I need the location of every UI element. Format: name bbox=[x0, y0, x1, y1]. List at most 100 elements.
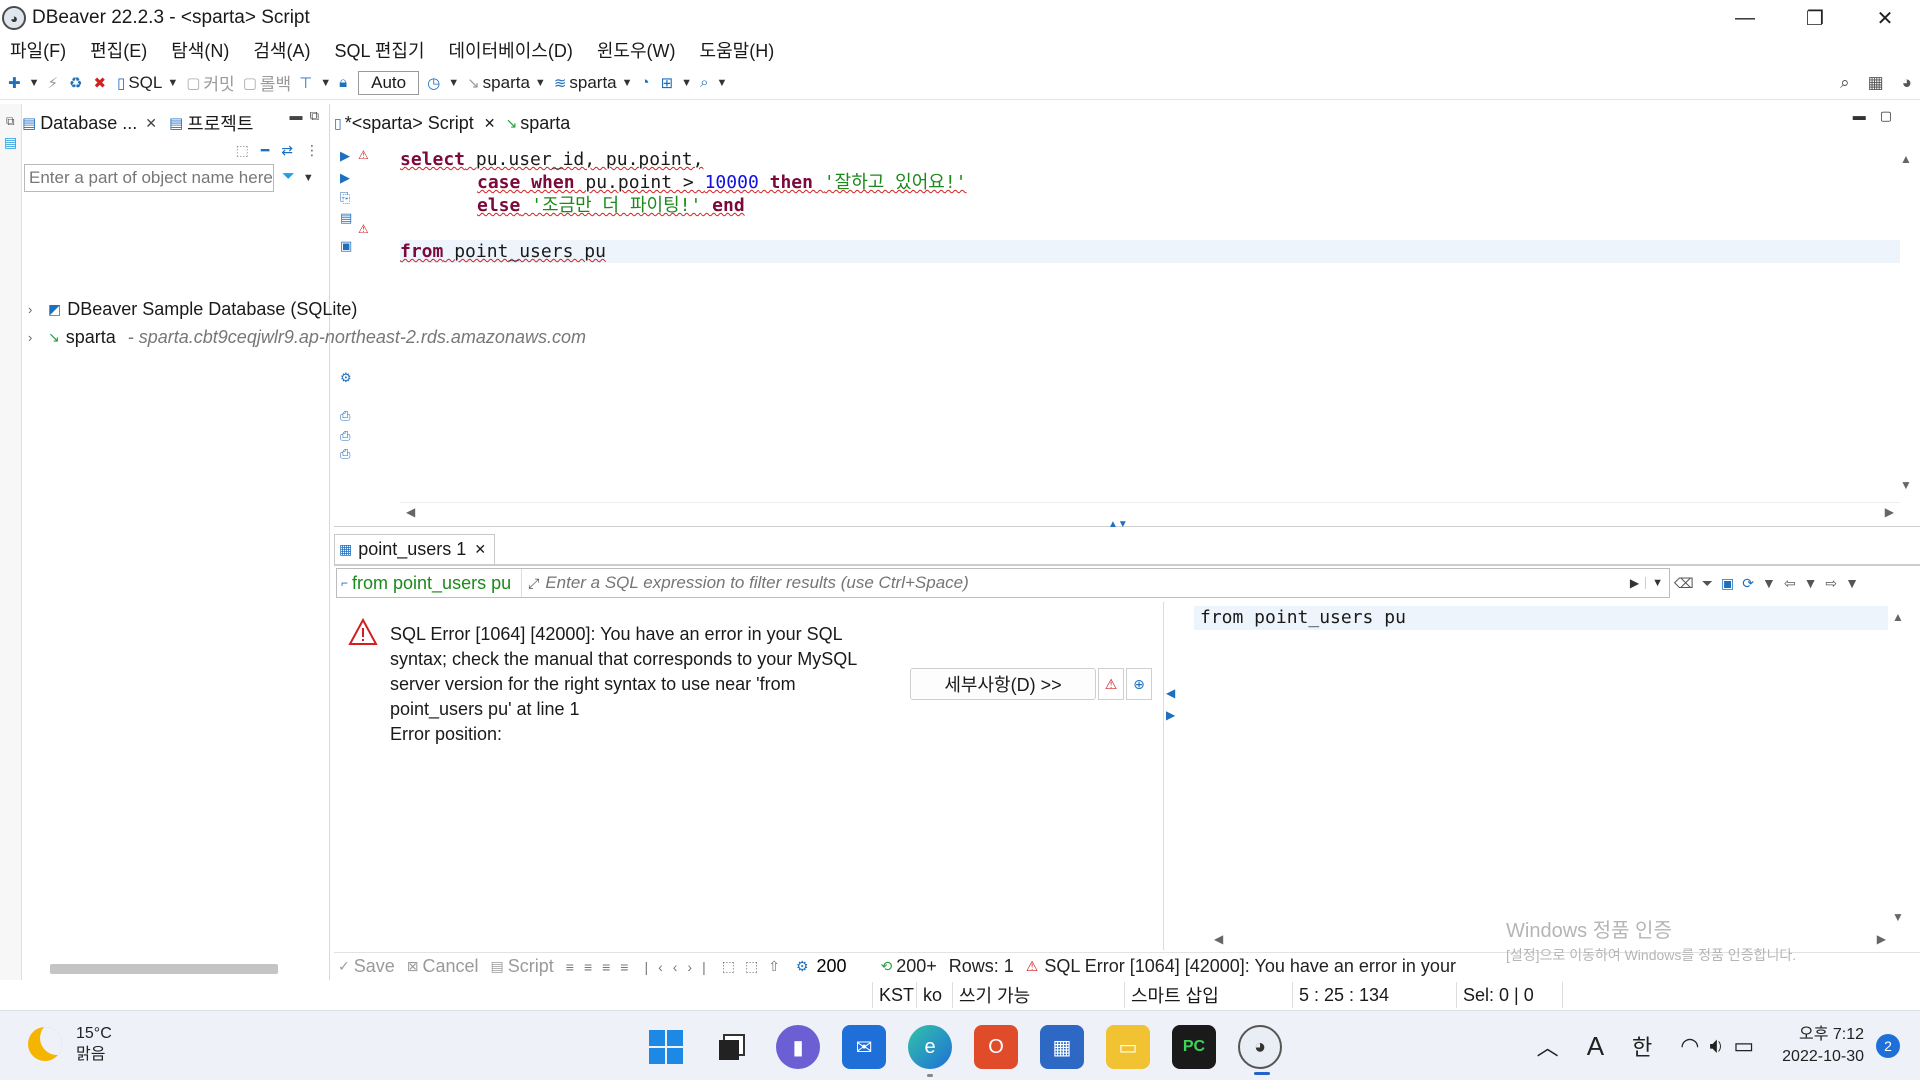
datasource-selector[interactable]: ↘ sparta ▼ bbox=[467, 73, 546, 93]
panels-icon[interactable]: ▣ bbox=[1721, 575, 1734, 592]
scroll-left-icon[interactable]: ◀ bbox=[1214, 932, 1223, 946]
load-script-icon[interactable]: ⎙ bbox=[340, 428, 350, 444]
filter-query-label[interactable]: ⌐ from point_users pu bbox=[337, 569, 523, 597]
code-area[interactable]: select pu.user_id, pu.point, case when p… bbox=[400, 142, 1900, 502]
row-edit-icons[interactable]: ≡≡≡≡ bbox=[566, 959, 639, 975]
scroll-up-icon[interactable]: ▲ bbox=[1900, 152, 1912, 166]
output-icon[interactable]: ▣ bbox=[340, 238, 352, 254]
back-icon[interactable]: ⇦ bbox=[1784, 575, 1796, 592]
script-button[interactable]: ▤ Script bbox=[491, 956, 554, 977]
filter-icon[interactable]: ⏷ ▼ bbox=[282, 168, 314, 186]
menu-edit[interactable]: 편집(E) bbox=[90, 37, 147, 63]
menu-database[interactable]: 데이터베이스(D) bbox=[449, 37, 573, 63]
details-button[interactable]: 세부사항(D) >> bbox=[910, 668, 1096, 700]
task-view-icon[interactable] bbox=[710, 1025, 754, 1069]
volume-icon[interactable]: 🔉︎ bbox=[1709, 1033, 1723, 1059]
filter-settings-icon[interactable]: ⏷ bbox=[1702, 575, 1713, 592]
error-help-icon[interactable]: ⊕ bbox=[1126, 668, 1152, 700]
collapse-icon[interactable]: ⬚ bbox=[236, 142, 249, 159]
ime-mode[interactable]: A bbox=[1587, 1031, 1604, 1062]
export-icon[interactable]: ⎙ bbox=[340, 408, 350, 424]
save-script-icon[interactable]: ⎙ bbox=[340, 446, 350, 462]
rollback-button[interactable]: ▢ 롤백 bbox=[243, 70, 291, 95]
execute-statement-icon[interactable]: ▶ bbox=[340, 148, 350, 164]
tab-point-users-1[interactable]: ▦ point_users 1 ✕ bbox=[334, 534, 496, 564]
find-button[interactable]: ⌕ ▼ bbox=[700, 74, 727, 91]
close-icon[interactable]: ✕ bbox=[474, 541, 486, 558]
transaction-mode-selector[interactable]: Auto bbox=[358, 70, 420, 95]
dbeaver-taskbar-icon[interactable]: ◕ bbox=[1238, 1025, 1282, 1075]
forward-icon[interactable]: ⇨ bbox=[1825, 575, 1837, 592]
gear-icon[interactable]: ⚙ bbox=[340, 370, 352, 386]
file-explorer-icon[interactable]: ▭ bbox=[1106, 1025, 1150, 1069]
editor-minmax[interactable]: ▬▢ bbox=[1853, 108, 1906, 124]
filter-expression-input[interactable] bbox=[545, 573, 1624, 593]
save-button[interactable]: ✓ Save bbox=[338, 956, 395, 977]
tab-database-navigator[interactable]: ▤ Database ... ✕ bbox=[22, 113, 157, 134]
close-icon[interactable]: ✕ bbox=[484, 115, 496, 132]
chevron-down-icon[interactable]: ▼ bbox=[1804, 575, 1818, 591]
restore-button[interactable]: ❐ bbox=[1780, 0, 1850, 36]
execute-in-tab-icon[interactable]: ▶ bbox=[340, 170, 350, 186]
chevron-down-icon[interactable]: ▼ bbox=[1762, 575, 1776, 591]
filter-history-icon[interactable]: ▼ bbox=[1645, 577, 1669, 589]
scroll-left-icon[interactable]: ◀ bbox=[406, 505, 415, 519]
restore-icon[interactable]: ⧉ bbox=[6, 114, 15, 129]
navigation-icons[interactable]: |‹‹›| bbox=[644, 959, 715, 975]
teams-chat-icon[interactable]: ▮ bbox=[776, 1025, 820, 1069]
collapse-right-icon[interactable]: ▶ bbox=[1166, 704, 1175, 726]
chevron-right-icon[interactable]: › bbox=[28, 302, 48, 317]
edge-browser-icon[interactable]: e bbox=[908, 1025, 952, 1077]
query-vertical-scrollbar[interactable]: ▲ ▼ bbox=[1892, 606, 1906, 936]
apply-filter-icon[interactable]: ▶ bbox=[1624, 576, 1645, 590]
menu-search[interactable]: 검색(A) bbox=[253, 37, 310, 63]
menu-window[interactable]: 윈도우(W) bbox=[597, 37, 676, 63]
tab-sparta-script[interactable]: ▯ *<sparta> Script ✕ bbox=[334, 113, 496, 134]
weather-widget[interactable]: 15°C 맑음 bbox=[28, 1023, 112, 1065]
microsoft-store-icon[interactable]: ▦ bbox=[1040, 1025, 1084, 1069]
chevron-down-icon[interactable]: ▼ bbox=[1845, 575, 1859, 591]
collapse-left-icon[interactable]: ◀ bbox=[1166, 682, 1175, 704]
tree-item-sample-database[interactable]: › ◩ DBeaver Sample Database (SQLite) bbox=[28, 296, 357, 322]
dbeaver-perspective-icon[interactable]: ◕ bbox=[1902, 73, 1912, 93]
tab-projects[interactable]: ▤ 프로젝트 bbox=[169, 110, 253, 136]
explain-plan-icon[interactable]: ▤ bbox=[340, 210, 352, 226]
clock[interactable]: 오후 7:12 2022-10-30 bbox=[1782, 1024, 1864, 1068]
navigator-minimized-icon[interactable]: ▤ bbox=[4, 134, 17, 151]
link-icon[interactable]: ⇄ bbox=[281, 142, 293, 159]
battery-icon[interactable]: ▭ bbox=[1733, 1033, 1754, 1059]
notification-badge[interactable]: 2 bbox=[1876, 1034, 1900, 1058]
menu-navigate[interactable]: 탐색(N) bbox=[171, 37, 229, 63]
object-search-input[interactable]: Enter a part of object name here bbox=[24, 164, 274, 192]
menu-help[interactable]: 도움말(H) bbox=[700, 37, 775, 63]
panel-minmax[interactable]: ▬ ⧉ bbox=[289, 108, 319, 124]
fetch-size-input[interactable] bbox=[812, 956, 869, 977]
scroll-up-icon[interactable]: ▲ bbox=[1892, 610, 1904, 624]
expand-icon[interactable]: ⤢ bbox=[522, 575, 545, 592]
tab-sparta[interactable]: ↘ sparta bbox=[506, 113, 571, 134]
mail-icon[interactable]: ✉ bbox=[842, 1025, 886, 1069]
commit-button[interactable]: ▢ 커밋 bbox=[186, 70, 234, 95]
connect-button[interactable]: ⚡ bbox=[47, 74, 61, 92]
horizontal-scrollbar[interactable] bbox=[50, 964, 278, 974]
sql-editor-button[interactable]: ▯ SQL ▼ bbox=[117, 73, 178, 93]
scroll-right-icon[interactable]: ▶ bbox=[1877, 932, 1886, 946]
pycharm-icon[interactable]: PC bbox=[1172, 1025, 1216, 1069]
minimize-button[interactable]: — bbox=[1710, 0, 1780, 36]
editor-horizontal-scrollbar[interactable]: ◀ ▶ bbox=[400, 502, 1900, 520]
transaction-mode-button[interactable]: ⊤ ▼ bbox=[299, 74, 331, 92]
erd-button[interactable]: ⊞ ▼ bbox=[661, 74, 692, 92]
chevron-right-icon[interactable]: › bbox=[28, 330, 48, 345]
perspective-icon[interactable]: ▦ bbox=[1868, 73, 1884, 93]
splitter-toggle-icon[interactable]: ▲▼ bbox=[1108, 519, 1128, 530]
fetch-next-button[interactable]: ⟲ 200+ bbox=[880, 956, 936, 977]
wifi-icon[interactable]: ◠ bbox=[1680, 1033, 1699, 1059]
history-button[interactable]: ◷ ▼ bbox=[427, 74, 459, 92]
close-icon[interactable]: ✕ bbox=[145, 115, 157, 132]
close-window-button[interactable]: ✕ bbox=[1850, 0, 1920, 36]
scroll-down-icon[interactable]: ▼ bbox=[1892, 910, 1904, 924]
scroll-right-icon[interactable]: ▶ bbox=[1885, 505, 1894, 519]
lock-button[interactable]: 🔒︎ bbox=[339, 74, 350, 91]
query-text[interactable]: from point_users pu bbox=[1194, 606, 1888, 630]
more-icon[interactable]: ⋮ bbox=[305, 142, 319, 159]
